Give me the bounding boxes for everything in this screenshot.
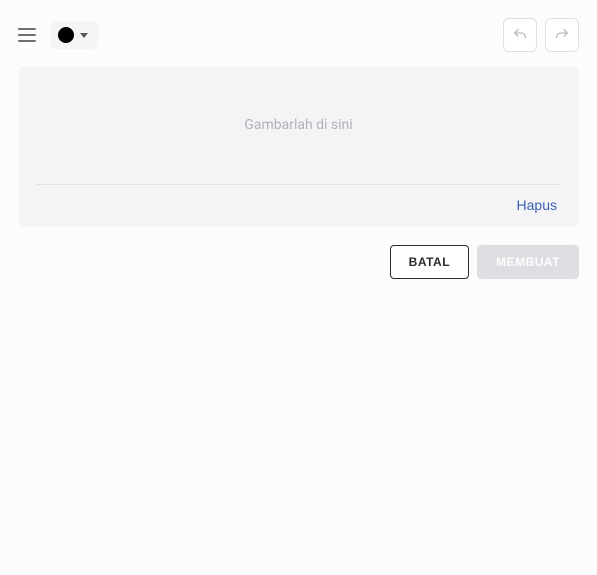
menu-icon-bar: [18, 28, 36, 30]
drawing-canvas-card: Gambarlah di sini Hapus: [18, 66, 579, 227]
chevron-down-icon: [80, 33, 88, 38]
create-button[interactable]: MEMBUAT: [477, 245, 579, 279]
cancel-button[interactable]: BATAL: [390, 245, 469, 279]
canvas-placeholder-text: Gambarlah di sini: [244, 117, 352, 133]
clear-button[interactable]: Hapus: [513, 195, 561, 215]
drawing-dialog: Gambarlah di sini Hapus BATAL MEMBUAT: [0, 0, 597, 575]
toolbar: [0, 0, 597, 66]
menu-button[interactable]: [18, 28, 36, 42]
canvas-footer: Hapus: [36, 185, 561, 215]
dialog-actions: BATAL MEMBUAT: [0, 227, 597, 297]
toolbar-left: [18, 21, 98, 49]
menu-icon-bar: [18, 34, 36, 36]
color-picker-button[interactable]: [50, 21, 98, 49]
color-swatch-icon: [58, 27, 74, 43]
menu-icon-bar: [18, 40, 36, 42]
drawing-canvas[interactable]: Gambarlah di sini: [36, 66, 561, 184]
toolbar-right: [503, 18, 579, 52]
redo-button[interactable]: [545, 18, 579, 52]
undo-icon: [512, 27, 528, 43]
undo-button[interactable]: [503, 18, 537, 52]
redo-icon: [554, 27, 570, 43]
